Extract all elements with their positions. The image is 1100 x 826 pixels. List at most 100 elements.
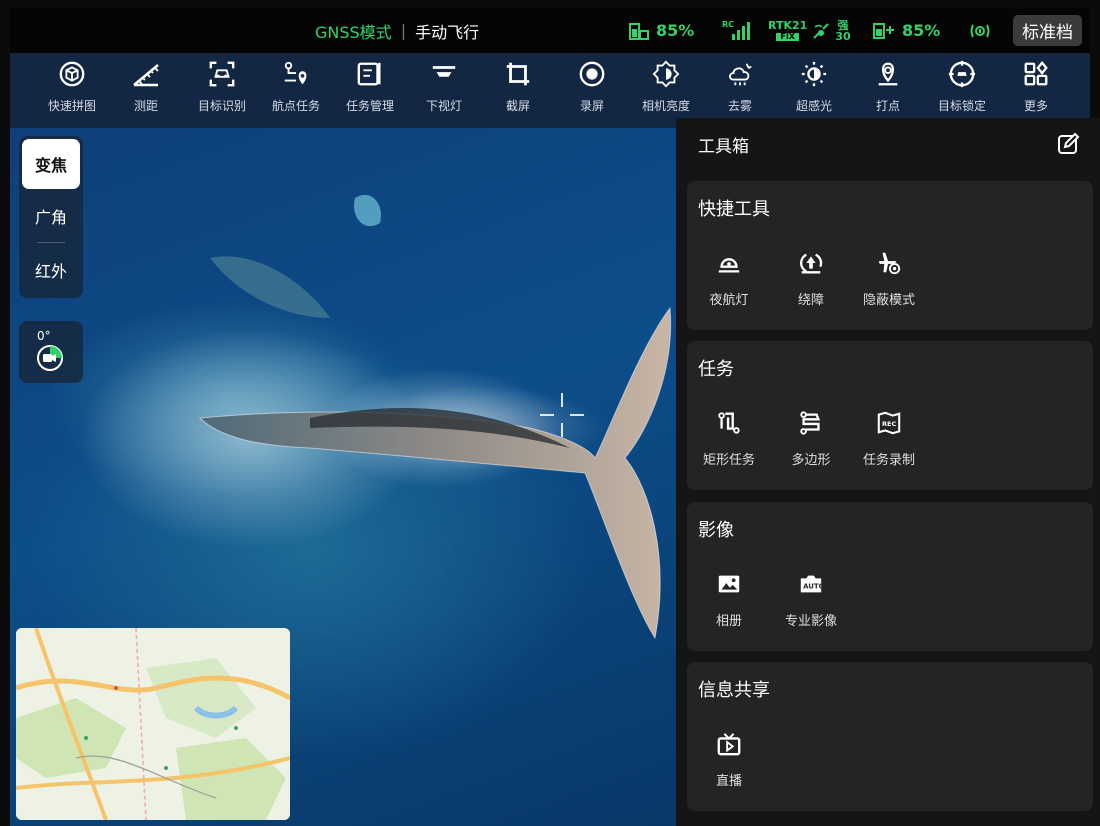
toolbar-item-ruler[interactable]: 测距 bbox=[110, 59, 182, 125]
gnss-mode-label: GNSS模式 bbox=[315, 22, 392, 42]
section-title: 快捷工具 bbox=[698, 199, 770, 220]
tool-stealth-mode[interactable]: 隐蔽模式 bbox=[853, 249, 925, 308]
section-title: 任务 bbox=[698, 359, 734, 380]
toolbar-item-pin[interactable]: 打点 bbox=[852, 59, 924, 125]
target-lock-icon bbox=[947, 59, 977, 89]
toolbar-item-label: 超感光 bbox=[795, 99, 832, 113]
task-record-icon: REC bbox=[875, 409, 903, 437]
toolbar-item-label: 相机亮度 bbox=[641, 99, 690, 113]
toolbox-header: 工具箱 bbox=[676, 118, 1100, 170]
controller-battery-value: 85% bbox=[656, 21, 695, 40]
stealth-mode-icon bbox=[875, 249, 903, 277]
toolbox-section: 信息共享直播 bbox=[687, 662, 1093, 811]
toolbar-item-label: 更多 bbox=[1023, 99, 1048, 113]
live-tv-icon bbox=[715, 730, 743, 758]
lens-infrared-button[interactable]: 红外 bbox=[22, 245, 80, 295]
control-mode-label: 手动飞行 bbox=[415, 22, 480, 42]
tool-night-light[interactable]: 夜航灯 bbox=[693, 249, 765, 308]
cube-icon bbox=[57, 59, 87, 89]
toolbar-item-brightness[interactable]: 相机亮度 bbox=[630, 59, 702, 125]
rc-signal-icon: RC bbox=[722, 20, 750, 40]
toolbar-item-more-grid[interactable]: 更多 bbox=[1000, 59, 1072, 125]
lens-wide-button[interactable]: 广角 bbox=[22, 191, 80, 241]
drone-battery-icon bbox=[873, 22, 894, 39]
gimbal-camera-icon bbox=[37, 345, 63, 371]
profile-button[interactable]: 标准档 bbox=[1013, 15, 1082, 46]
rectangle-task-icon bbox=[715, 409, 743, 437]
beacon-status[interactable] bbox=[968, 8, 992, 53]
rtk-fix-badge: FIX bbox=[776, 33, 799, 41]
section-title: 影像 bbox=[698, 520, 734, 541]
tool-task-record[interactable]: REC 任务录制 bbox=[853, 409, 925, 468]
svg-text:REC: REC bbox=[882, 420, 896, 428]
controller-battery-icon bbox=[629, 22, 649, 40]
pin-icon bbox=[873, 59, 903, 89]
toolbox-section: 快捷工具夜航灯 绕障 隐蔽模式 bbox=[687, 181, 1093, 330]
rc-signal: RC bbox=[722, 8, 752, 53]
controller-battery: 85% bbox=[628, 8, 694, 53]
tool-obstacle-avoid[interactable]: 绕障 bbox=[775, 249, 847, 308]
screenshot-icon bbox=[503, 59, 533, 89]
flight-mode[interactable]: GNSS模式 | 手动飞行 bbox=[315, 8, 479, 53]
tool-label: 相册 bbox=[715, 614, 742, 629]
tool-label: 绕障 bbox=[797, 293, 824, 308]
rc-label-mark: RC bbox=[722, 20, 734, 29]
toolbar-item-defog[interactable]: 去雾 bbox=[704, 59, 776, 125]
toolbox-title: 工具箱 bbox=[698, 136, 749, 157]
toolbar-item-cube[interactable]: 快速拼图 bbox=[36, 59, 108, 125]
toolbar-item-screenshot[interactable]: 截屏 bbox=[482, 59, 554, 125]
super-light-icon bbox=[799, 59, 829, 89]
ruler-icon bbox=[131, 59, 161, 89]
lens-switcher: 变焦 广角 红外 bbox=[19, 136, 83, 298]
tool-label: 直播 bbox=[715, 774, 742, 789]
tool-label: 专业影像 bbox=[784, 614, 837, 629]
tool-pro-camera-auto[interactable]: AUTO 专业影像 bbox=[775, 570, 847, 629]
toolbar-item-car-detect[interactable]: 目标识别 bbox=[186, 59, 258, 125]
section-title: 信息共享 bbox=[698, 680, 770, 701]
gimbal-control[interactable]: 0° bbox=[19, 321, 83, 383]
tool-live-tv[interactable]: 直播 bbox=[693, 730, 765, 789]
tool-label: 矩形任务 bbox=[702, 453, 755, 468]
toolbar-item-task-manage[interactable]: 任务管理 bbox=[334, 59, 406, 125]
toolbox-section: 影像相册 AUTO 专业影像 bbox=[687, 502, 1093, 651]
waypoint-icon bbox=[281, 59, 311, 89]
mode-separator: | bbox=[400, 21, 407, 40]
rtk-status: RTK21 FIX 强 30 bbox=[768, 8, 851, 53]
brightness-icon bbox=[651, 59, 681, 89]
car-detect-icon bbox=[207, 59, 237, 89]
toolbar-item-target-lock[interactable]: 目标锁定 bbox=[926, 59, 998, 125]
defog-icon bbox=[725, 59, 755, 89]
down-light-icon bbox=[429, 59, 459, 89]
night-light-icon bbox=[715, 249, 743, 277]
tool-label: 隐蔽模式 bbox=[862, 293, 915, 308]
toolbar-item-label: 去雾 bbox=[727, 99, 752, 113]
status-bar: GNSS模式 | 手动飞行 85% RC RTK21 FIX 强 30 85% … bbox=[10, 8, 1090, 53]
toolbar-item-label: 测距 bbox=[133, 99, 158, 113]
toolbar-item-label: 快速拼图 bbox=[47, 99, 96, 113]
toolbar-item-label: 航点任务 bbox=[271, 99, 320, 113]
tool-album[interactable]: 相册 bbox=[693, 570, 765, 629]
polygon-task-icon bbox=[797, 409, 825, 437]
toolbox-section: 任务矩形任务 多边形 REC 任务录制 bbox=[687, 341, 1093, 490]
edit-icon[interactable] bbox=[1056, 132, 1080, 156]
mini-map[interactable] bbox=[16, 628, 290, 820]
toolbar-item-super-light[interactable]: 超感光 bbox=[778, 59, 850, 125]
record-icon bbox=[577, 59, 607, 89]
rtk-label: RTK bbox=[768, 19, 793, 32]
svg-text:AUTO: AUTO bbox=[803, 583, 825, 591]
toolbar-item-down-light[interactable]: 下视灯 bbox=[408, 59, 480, 125]
more-grid-icon bbox=[1021, 59, 1051, 89]
tool-polygon-task[interactable]: 多边形 bbox=[775, 409, 847, 468]
tool-rectangle-task[interactable]: 矩形任务 bbox=[693, 409, 765, 468]
satellite-count: 30 bbox=[835, 29, 851, 43]
toolbar-item-record[interactable]: 录屏 bbox=[556, 59, 628, 125]
task-manage-icon bbox=[355, 59, 385, 89]
lens-zoom-button[interactable]: 变焦 bbox=[22, 139, 80, 189]
toolbar-item-waypoint[interactable]: 航点任务 bbox=[260, 59, 332, 125]
obstacle-avoid-icon bbox=[797, 249, 825, 277]
tool-label: 任务录制 bbox=[862, 453, 915, 468]
satellite-strength: 强 bbox=[837, 18, 849, 32]
album-icon bbox=[715, 570, 743, 598]
toolbar-item-label: 截屏 bbox=[505, 99, 530, 113]
flight-app: GNSS模式 | 手动飞行 85% RC RTK21 FIX 强 30 85% … bbox=[0, 0, 1100, 826]
